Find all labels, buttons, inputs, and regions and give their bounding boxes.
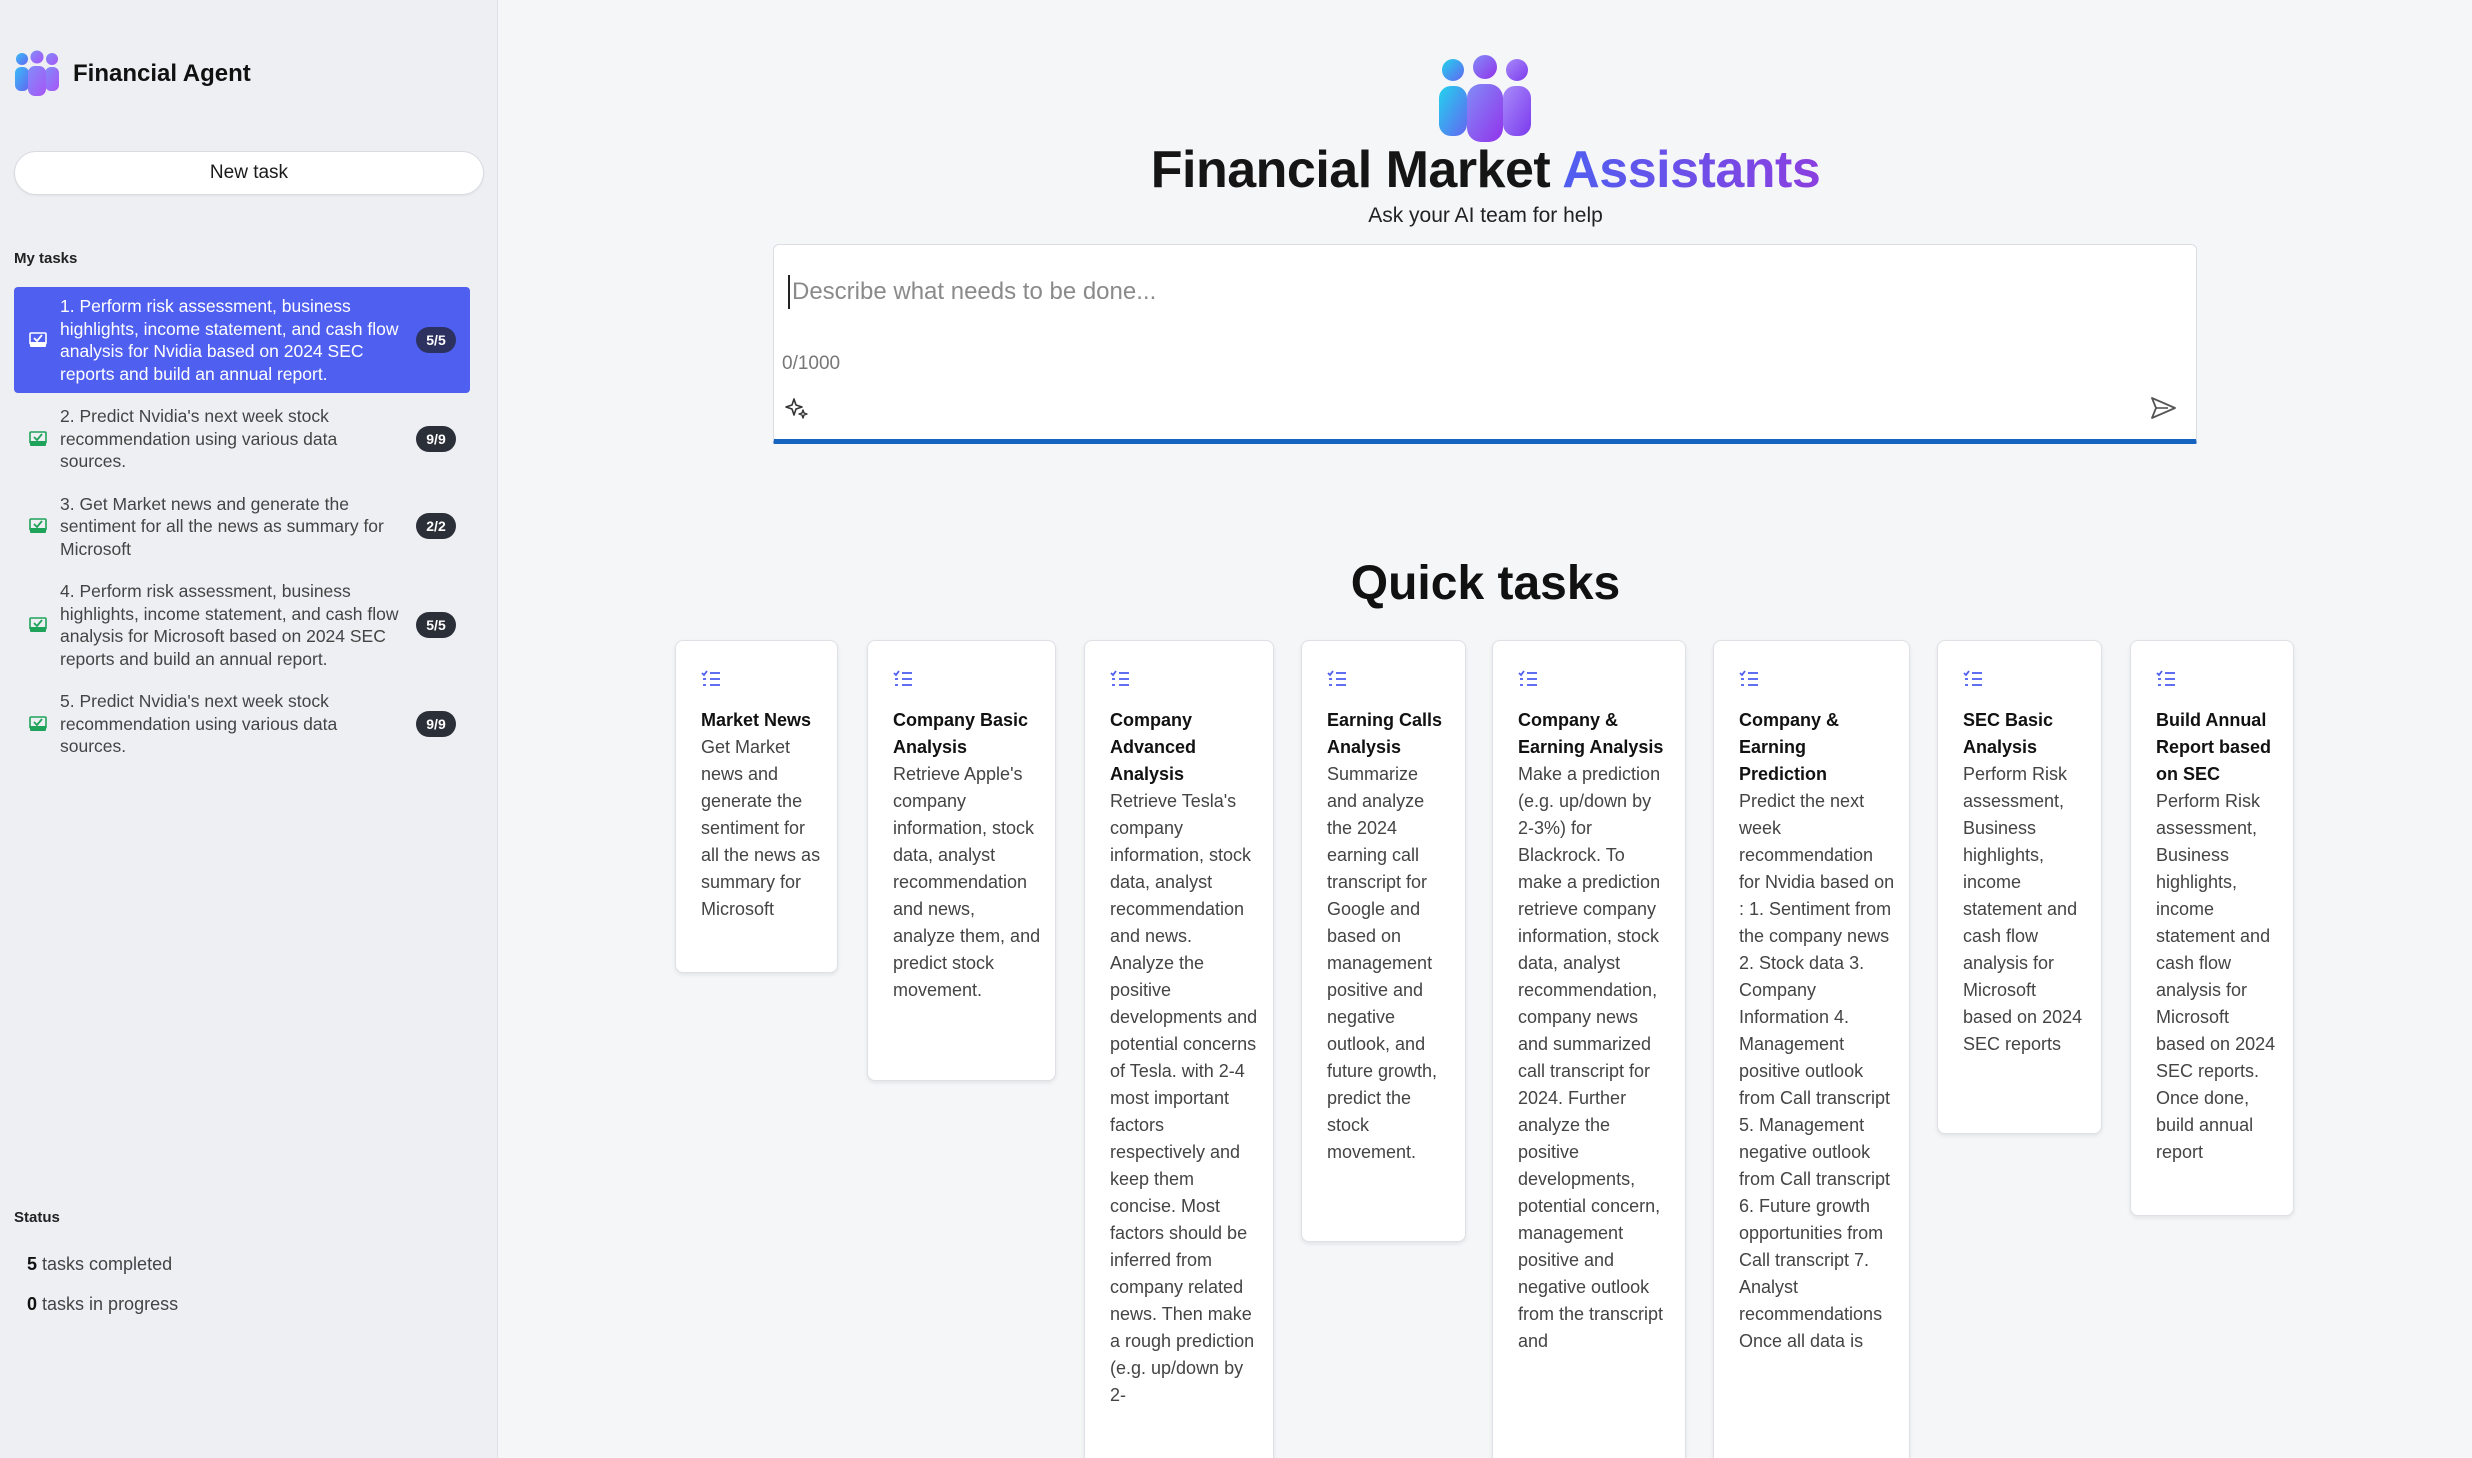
card-description: Predict the next week recommendation for…: [1739, 791, 1895, 1351]
quick-task-card-sec-basic[interactable]: SEC Basic Analysis Perform Risk assessme…: [1937, 640, 2102, 1134]
page-title: Financial Market Assistants: [499, 140, 2472, 200]
completed-count: 5: [27, 1254, 38, 1274]
task-text: 1. Perform risk assessment, business hig…: [60, 296, 399, 384]
completed-text: tasks completed: [42, 1254, 173, 1274]
card-title: SEC Basic Analysis: [1963, 710, 2054, 757]
in-progress-count: 0: [27, 1294, 38, 1314]
task-text: 4. Perform risk assessment, business hig…: [60, 581, 399, 669]
card-title: Company & Earning Prediction: [1739, 710, 1840, 784]
task-progress-badge: 2/2: [416, 513, 456, 540]
status-label: Status: [14, 1209, 60, 1226]
task-list-icon: [2156, 670, 2175, 686]
quick-task-card-company-earning-analysis[interactable]: Company & Earning Analysis Make a predic…: [1492, 640, 1686, 1458]
quick-task-card-company-basic[interactable]: Company Basic Analysis Retrieve Apple's …: [867, 640, 1056, 1081]
send-icon[interactable]: [2148, 393, 2178, 423]
status-completed: 5 tasks completed: [27, 1254, 172, 1275]
quick-task-card-company-earning-prediction[interactable]: Company & Earning Prediction Predict the…: [1713, 640, 1910, 1458]
card-title: Earning Calls Analysis: [1327, 710, 1443, 757]
brand: Financial Agent: [13, 50, 251, 98]
my-tasks-label: My tasks: [14, 250, 78, 267]
quick-tasks-title: Quick tasks: [1350, 557, 1621, 610]
task-progress-badge: 5/5: [416, 327, 456, 353]
quick-task-card-earning-calls[interactable]: Earning Calls Analysis Summarize and ana…: [1301, 640, 1466, 1242]
sparkle-icon[interactable]: [784, 395, 810, 421]
quick-task-card-annual-report[interactable]: Build Annual Report based on SEC Perform…: [2130, 640, 2294, 1216]
task-item-3[interactable]: 3. Get Market news and generate the sent…: [14, 485, 470, 569]
task-item-2[interactable]: 2. Predict Nvidia's next week stock reco…: [14, 397, 470, 481]
in-progress-text: tasks in progress: [42, 1294, 179, 1314]
card-title: Market News: [701, 710, 812, 730]
task-description-input[interactable]: [788, 275, 2168, 309]
task-progress-badge: 9/9: [416, 425, 456, 452]
app-title: Financial Agent: [73, 60, 251, 87]
task-done-icon: [29, 715, 47, 731]
prompt-box: 0/1000: [773, 244, 2197, 444]
card-description: Perform Risk assessment, Business highli…: [2156, 791, 2276, 1162]
card-title: Company & Earning Analysis: [1518, 710, 1664, 757]
task-text: 2. Predict Nvidia's next week stock reco…: [60, 406, 338, 471]
task-list-icon: [893, 670, 912, 686]
task-text: 3. Get Market news and generate the sent…: [60, 493, 384, 559]
team-people-icon: [1439, 55, 1531, 142]
title-accent: Assistants: [1562, 141, 1821, 199]
card-description: Summarize and analyze the 2024 earning c…: [1327, 764, 1438, 1162]
quick-task-card-company-advanced[interactable]: Company Advanced Analysis Retrieve Tesla…: [1084, 640, 1274, 1458]
sidebar: Financial Agent New task My tasks 1. Per…: [0, 0, 498, 1458]
task-done-icon: [29, 518, 47, 534]
task-list-icon: [1963, 670, 1982, 686]
quick-task-card-market-news[interactable]: Market News Get Market news and generate…: [675, 640, 838, 973]
task-list-icon: [1739, 670, 1758, 686]
card-description: Get Market news and generate the sentime…: [701, 737, 821, 919]
card-description: Retrieve Tesla's company information, st…: [1110, 791, 1258, 1405]
status-in-progress: 0 tasks in progress: [27, 1294, 178, 1315]
task-text: 5. Predict Nvidia's next week stock reco…: [60, 691, 338, 756]
card-title: Company Basic Analysis: [893, 710, 1029, 757]
new-task-button[interactable]: New task: [14, 151, 484, 195]
task-done-icon: [29, 332, 47, 347]
page-subtitle: Ask your AI team for help: [1368, 204, 1603, 227]
task-item-1[interactable]: 1. Perform risk assessment, business hig…: [14, 287, 470, 393]
card-title: Build Annual Report based on SEC: [2156, 710, 2272, 784]
task-item-5[interactable]: 5. Predict Nvidia's next week stock reco…: [14, 682, 470, 766]
card-description: Perform Risk assessment, Business highli…: [1963, 764, 2083, 1054]
task-done-icon: [29, 430, 47, 446]
task-list-icon: [1518, 670, 1537, 686]
task-list-icon: [701, 670, 720, 686]
task-progress-badge: 9/9: [416, 710, 456, 737]
task-progress-badge: 5/5: [416, 612, 456, 638]
task-list-icon: [1327, 670, 1346, 686]
team-people-icon: [15, 50, 59, 96]
title-main: Financial Market: [1150, 141, 1551, 199]
main-content: Financial Market Assistants Ask your AI …: [499, 0, 2472, 1458]
task-list: 1. Perform risk assessment, business hig…: [14, 287, 470, 770]
task-done-icon: [29, 617, 47, 632]
task-list-icon: [1110, 670, 1129, 686]
card-title: Company Advanced Analysis: [1110, 710, 1197, 784]
char-count: 0/1000: [782, 353, 841, 374]
card-description: Retrieve Apple's company information, st…: [893, 764, 1041, 1000]
task-item-4[interactable]: 4. Perform risk assessment, business hig…: [14, 572, 470, 678]
card-description: Make a prediction (e.g. up/down by 2-3%)…: [1518, 764, 1664, 1351]
